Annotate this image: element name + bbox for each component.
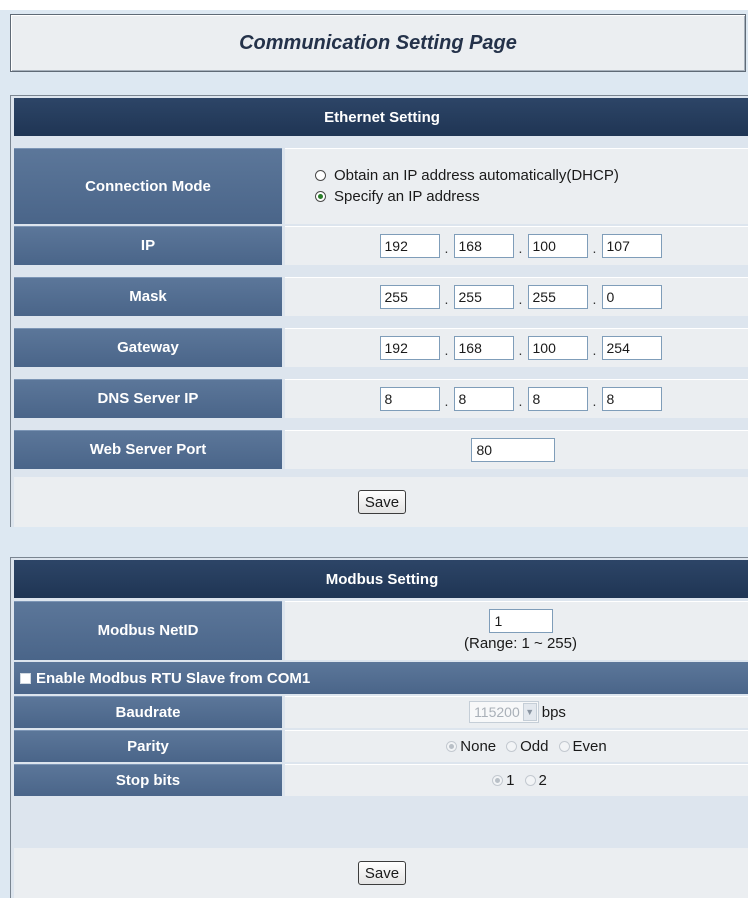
modbus-netid-input[interactable]: 1 [488, 609, 553, 633]
gateway-address-group: 192 . 168 . 100 . 254 [379, 335, 662, 360]
parity-even-radio[interactable] [558, 740, 570, 752]
mask-octet-4[interactable]: 0 [601, 284, 662, 309]
stop-bits-2-option[interactable]: 2 [524, 771, 547, 789]
web-server-port-label: Web Server Port [14, 430, 282, 469]
web-server-port-value: 80 [285, 430, 748, 469]
gateway-dot-separator: . [518, 341, 523, 358]
modbus-netid-value: 1 (Range: 1 ~ 255) [285, 601, 748, 660]
gateway-octet-4[interactable]: 254 [601, 335, 662, 360]
parity-label: Parity [14, 730, 282, 762]
static-ip-option-label: Specify an IP address [334, 188, 480, 205]
baudrate-select[interactable]: 115200 ▼ [469, 701, 539, 723]
gateway-octet-1[interactable]: 192 [379, 335, 440, 360]
web-server-port-input[interactable]: 80 [470, 437, 555, 462]
stop-bits-label: Stop bits [14, 764, 282, 796]
parity-even-label: Even [572, 737, 607, 755]
parity-value: None Odd Even [285, 730, 748, 762]
dhcp-radio[interactable] [315, 170, 326, 181]
baudrate-unit: bps [541, 703, 566, 721]
gateway-dot-separator: . [444, 341, 449, 358]
ip-octet-4[interactable]: 107 [601, 233, 662, 258]
mask-octet-1[interactable]: 255 [379, 284, 440, 309]
modbus-netid-range: (Range: 1 ~ 255) [464, 635, 577, 652]
ip-address-group: 192 . 168 . 100 . 107 [379, 233, 662, 258]
parity-none-label: None [460, 737, 497, 755]
gateway-octet-2[interactable]: 168 [453, 335, 514, 360]
ip-octet-3[interactable]: 100 [527, 233, 588, 258]
dns-dot-separator: . [518, 392, 523, 409]
mask-dot-separator: . [592, 290, 597, 307]
modbus-netid-label: Modbus NetID [14, 601, 282, 660]
stop-bits-1-option[interactable]: 1 [492, 771, 515, 789]
ip-dot-separator: . [592, 239, 597, 256]
mask-dot-separator: . [444, 290, 449, 307]
ip-value: 192 . 168 . 100 . 107 [285, 226, 748, 265]
enable-rtu-slave-checkbox[interactable] [20, 672, 31, 684]
gateway-label: Gateway [14, 328, 282, 367]
dns-server-value: 8 . 8 . 8 . 8 [285, 379, 748, 418]
page-title-box: Communication Setting Page [10, 14, 746, 72]
enable-rtu-slave-label: Enable Modbus RTU Slave from COM1 [36, 669, 311, 687]
static-ip-radio[interactable] [315, 191, 326, 202]
static-ip-option[interactable]: Specify an IP address [315, 188, 480, 205]
mask-label: Mask [14, 277, 282, 316]
parity-odd-label: Odd [520, 737, 549, 755]
enable-rtu-slave-row[interactable]: Enable Modbus RTU Slave from COM1 [14, 662, 748, 694]
modbus-setting-panel: Modbus Setting Modbus NetID 1 (Range: 1 … [10, 557, 748, 898]
gateway-dot-separator: . [592, 341, 597, 358]
dns-octet-4[interactable]: 8 [601, 386, 662, 411]
baudrate-value: 115200 ▼ bps [285, 696, 748, 728]
baudrate-label: Baudrate [14, 696, 282, 728]
stop-bits-1-radio[interactable] [492, 774, 504, 786]
page-title: Communication Setting Page [239, 31, 517, 54]
parity-options: None Odd Even [446, 738, 616, 755]
parity-none-option[interactable]: None [446, 738, 496, 755]
mask-value: 255 . 255 . 255 . 0 [285, 277, 748, 316]
mask-address-group: 255 . 255 . 255 . 0 [379, 284, 662, 309]
stop-bits-1-label: 1 [506, 771, 515, 789]
stop-bits-value: 1 2 [285, 764, 748, 796]
ethernet-save-button[interactable]: Save [357, 490, 407, 514]
stop-bits-2-label: 2 [538, 771, 547, 789]
dhcp-option[interactable]: Obtain an IP address automatically(DHCP) [315, 167, 619, 184]
dns-address-group: 8 . 8 . 8 . 8 [379, 386, 662, 411]
modbus-save-button[interactable]: Save [357, 861, 407, 885]
connection-mode-value: Obtain an IP address automatically(DHCP)… [285, 148, 748, 224]
dhcp-option-label: Obtain an IP address automatically(DHCP) [334, 167, 619, 184]
top-strip [0, 0, 748, 10]
baudrate-selected-value: 115200 [474, 704, 520, 720]
stop-bits-2-radio[interactable] [524, 774, 536, 786]
modbus-save-bar: Save [14, 848, 748, 898]
ethernet-header: Ethernet Setting [14, 98, 748, 136]
parity-even-option[interactable]: Even [558, 737, 607, 755]
mask-octet-3[interactable]: 255 [527, 284, 588, 309]
gateway-octet-3[interactable]: 100 [527, 335, 588, 360]
ip-dot-separator: . [444, 239, 449, 256]
chevron-down-icon[interactable]: ▼ [522, 703, 537, 721]
dns-octet-1[interactable]: 8 [379, 386, 440, 411]
parity-none-radio[interactable] [446, 740, 458, 752]
modbus-header: Modbus Setting [14, 560, 748, 598]
parity-odd-option[interactable]: Odd [506, 737, 549, 755]
dns-octet-2[interactable]: 8 [453, 386, 514, 411]
dns-dot-separator: . [592, 392, 597, 409]
stop-bits-options: 1 2 [492, 772, 557, 789]
ip-octet-1[interactable]: 192 [379, 233, 440, 258]
gateway-value: 192 . 168 . 100 . 254 [285, 328, 748, 367]
mask-octet-2[interactable]: 255 [453, 284, 514, 309]
mask-dot-separator: . [518, 290, 523, 307]
ip-octet-2[interactable]: 168 [453, 233, 514, 258]
ip-label: IP [14, 226, 282, 265]
dns-server-label: DNS Server IP [14, 379, 282, 418]
ethernet-setting-panel: Ethernet Setting Connection Mode Obtain … [10, 95, 748, 527]
ethernet-save-bar: Save [14, 477, 748, 527]
dns-octet-3[interactable]: 8 [527, 386, 588, 411]
ip-dot-separator: . [518, 239, 523, 256]
dns-dot-separator: . [444, 392, 449, 409]
connection-mode-label: Connection Mode [14, 148, 282, 224]
parity-odd-radio[interactable] [506, 740, 518, 752]
